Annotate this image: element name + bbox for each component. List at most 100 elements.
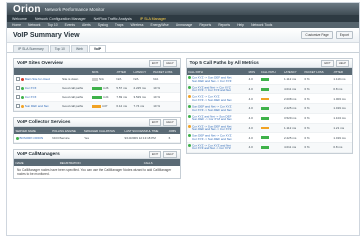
site-name[interactable]: Sun DEF and Net: [25, 104, 49, 108]
mos-bar: [92, 104, 102, 108]
table-row[interactable]: BOSORP-ORION NCO/Service Yes 9/10/2009 1…: [14, 134, 180, 143]
site-name[interactable]: Main Site for cloud: [25, 77, 50, 81]
col-site: [14, 68, 61, 75]
nav-item[interactable]: Network: [28, 23, 40, 27]
loss-value: 0 %: [302, 132, 332, 143]
menu-item-ipsla[interactable]: IP SLA Manager: [140, 17, 166, 21]
callmanagers-table: NAME REGISTRATION CALLS: [14, 159, 180, 166]
edit-button[interactable]: EDIT: [321, 59, 334, 67]
tab-top10[interactable]: Top 10: [49, 45, 70, 52]
jitter-value: 0.8 ms: [331, 142, 352, 153]
nav-item[interactable]: Events: [65, 23, 75, 27]
call-path-link[interactable]: Cor XYZ -> Sun DEF and Net: [192, 108, 231, 112]
quality-bar: [260, 126, 269, 130]
nav-item[interactable]: Reports: [218, 23, 230, 27]
nav-item[interactable]: Wireless: [130, 23, 143, 27]
table-row[interactable]: Cor XYZ and Net -> Sun DEF Sun DEF -> Cor…: [186, 113, 352, 124]
col-call-path: CALL PATH: [186, 68, 248, 75]
table-row[interactable]: Sun DEF and Net -> Cor XYZ Cor XYZ -> Sun…: [186, 132, 352, 143]
latency-value: 2.225 ms: [282, 103, 303, 114]
jitter-value: 1.119 ms: [331, 75, 352, 85]
call-path-link[interactable]: Sun DEF and Net -> Cor XYZ: [192, 79, 231, 83]
site-name[interactable]: Cor XYZ: [25, 86, 37, 90]
site-name[interactable]: Cor XYZ: [25, 95, 37, 99]
status-icon: [188, 114, 191, 118]
edit-button[interactable]: EDIT: [148, 118, 162, 126]
latency-value: 1.112 ms: [282, 123, 303, 134]
edit-button[interactable]: EDIT: [148, 150, 162, 158]
site-status: Good call paths: [60, 101, 91, 111]
call-path-link[interactable]: Sun DEF -> Cor XYZ and Net: [192, 117, 231, 121]
table-row[interactable]: Cor XYZ -> Sun DEF and Net Sun DEF and Ne…: [186, 123, 352, 134]
col-blank: [48, 159, 59, 166]
nav-item[interactable]: Help: [237, 23, 244, 27]
edit-button[interactable]: EDIT: [148, 59, 162, 67]
orion-logo: Orion: [13, 3, 41, 15]
page-titlebar: VoIP Summary View Customize Page Export: [7, 28, 359, 43]
tab-voip[interactable]: VoIP: [88, 45, 107, 52]
callmanagers-panel: VoIP CallManagers EDIT HELP NAME REGISTR…: [13, 149, 181, 179]
call-path-link[interactable]: Cor XYZ and Net -> Cor XYZ: [192, 146, 231, 150]
expand-checkbox[interactable]: [15, 94, 20, 100]
expand-checkbox[interactable]: [15, 85, 20, 91]
status-icon: [188, 134, 191, 138]
status-icon: [188, 124, 191, 128]
help-button[interactable]: HELP: [163, 150, 177, 158]
call-path-link[interactable]: Cor XYZ -> Cor XYZ and Net: [192, 88, 231, 92]
nav-item[interactable]: Home: [12, 23, 21, 27]
table-row[interactable]: Cor XYZ -> Sun DEF and Net Sun DEF and Ne…: [186, 75, 352, 85]
export-button[interactable]: Export: [335, 31, 353, 39]
help-button[interactable]: HELP: [163, 118, 177, 126]
col-name: NAME: [14, 159, 49, 166]
nav-item[interactable]: Traps: [115, 23, 124, 27]
table-row[interactable]: Cor XYZ Good call paths 4.26 5.57 ms 2.2…: [14, 83, 180, 93]
table-row[interactable]: Sun DEF and Net -> Cor XYZ Cor XYZ -> Sun…: [186, 103, 352, 114]
tab-ipsla-summary[interactable]: IP SLA Summary: [13, 45, 49, 52]
status-icon: [188, 76, 191, 79]
table-row[interactable]: Cor XYZ -> Cor XYZ and Net Cor XYZ and Ne…: [186, 142, 352, 153]
table-row[interactable]: Cor XYZ Good call paths 4.24 7.69 ms 3.5…: [14, 92, 180, 102]
menu-item-netflow[interactable]: NetFlow Traffic Analysis: [94, 17, 132, 21]
expand-checkbox[interactable]: [15, 103, 20, 109]
table-row[interactable]: Cor XYZ and Net -> Cor XYZ Cor XYZ -> Cor…: [186, 84, 352, 95]
panel-title: VoIP Sites Overview: [17, 60, 63, 66]
col-managed: MANAGED CALLPATHS: [82, 127, 124, 134]
customize-page-button[interactable]: Customize Page: [301, 31, 333, 39]
expand-checkbox[interactable]: [15, 76, 20, 82]
app-window: Orion Network Performance Monitor Welcom…: [6, 2, 360, 236]
col-last-time: LAST SUCCESSFUL TIME: [123, 127, 168, 134]
call-path-link[interactable]: Cor XYZ -> Sun DEF and Net: [192, 98, 231, 102]
help-button[interactable]: HELP: [335, 59, 349, 67]
quality-bar: [260, 78, 269, 81]
col-jitter: JITTER: [114, 68, 133, 75]
nav-item[interactable]: Syslog: [98, 23, 108, 27]
quality-bar: [260, 87, 269, 91]
status-down-icon: [20, 77, 24, 81]
table-row[interactable]: Sun DEF and Net Good call paths 4.07 6.1…: [14, 101, 180, 111]
latency-value: 4.011 ms: [282, 142, 303, 153]
menu-item-ncm[interactable]: Network Configuration Manager: [35, 17, 86, 21]
call-path-link[interactable]: Sun DEF and Net -> Cor XYZ: [192, 127, 231, 131]
table-row[interactable]: Cor XYZ -> Cor XYZ Cor XYZ -> Sun DEF and…: [186, 93, 352, 105]
panel-title: VoIP CallManagers: [17, 151, 60, 157]
menu-item-welcome[interactable]: Welcome: [12, 17, 27, 21]
nav-item[interactable]: Unmanage: [176, 23, 193, 27]
nav-item[interactable]: Reports: [199, 23, 211, 27]
tab-web[interactable]: Web: [70, 45, 88, 52]
latency-value: 4.011 ms: [282, 84, 303, 95]
nav-item[interactable]: EnergyWise: [150, 23, 168, 27]
status-icon: [188, 105, 191, 109]
col-latency: LATENCY: [282, 68, 303, 75]
help-button[interactable]: HELP: [163, 59, 177, 67]
loss-value: 0 %: [302, 142, 332, 153]
call-path-link[interactable]: Cor XYZ -> Sun DEF and Net: [192, 137, 231, 141]
nav-item[interactable]: Top 10: [47, 23, 57, 27]
table-row[interactable]: Main Site for cloud Site is down N/A N/A…: [14, 75, 180, 84]
mos-value: 4.0: [247, 103, 260, 114]
col-latency: LATENCY: [132, 68, 152, 75]
nav-item[interactable]: Alerts: [82, 23, 91, 27]
status-icon: [188, 143, 191, 147]
nav-item[interactable]: Network Tools: [251, 23, 272, 27]
mos-value: 4.0: [247, 123, 260, 134]
quality-bar: [260, 117, 269, 120]
